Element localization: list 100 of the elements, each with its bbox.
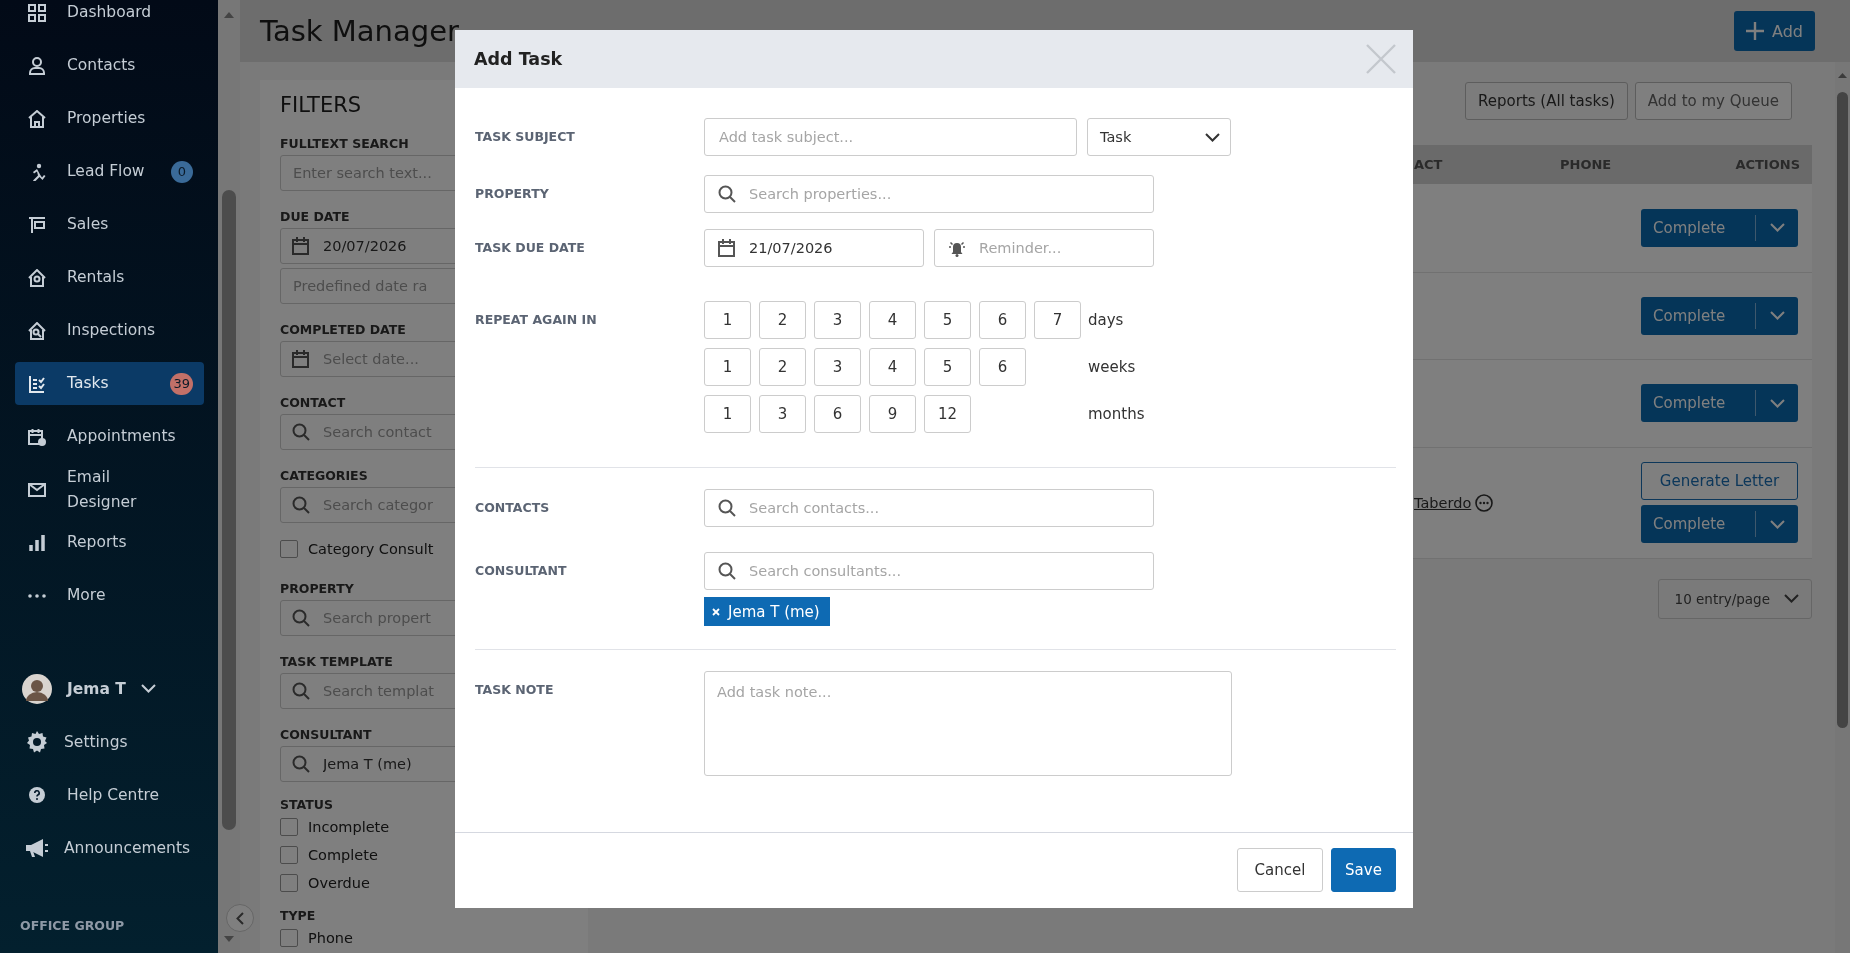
checkbox-label: Phone xyxy=(308,930,353,946)
field-label: CONSULTANT xyxy=(280,726,372,743)
chevron-down-icon xyxy=(1770,223,1785,233)
checkbox[interactable] xyxy=(280,818,298,836)
repeat-option[interactable]: 3 xyxy=(814,301,861,339)
chevron-down-icon xyxy=(1770,398,1785,408)
search-field[interactable]: Search consultants... xyxy=(704,552,1154,590)
repeat-option[interactable]: 1 xyxy=(704,395,751,433)
repeat-option[interactable]: 1 xyxy=(704,301,751,339)
save-button[interactable]: Save xyxy=(1331,848,1396,892)
contact-link[interactable]: Taberdo xyxy=(1414,494,1472,511)
repeat-option[interactable]: 6 xyxy=(979,301,1026,339)
toolbar-button[interactable]: Reports (All tasks) xyxy=(1465,82,1628,120)
field-label: STATUS xyxy=(280,796,333,813)
nav-item[interactable]: Inspections xyxy=(15,309,204,352)
nav-item[interactable]: Rentals xyxy=(15,256,204,299)
sign-icon xyxy=(28,215,46,234)
field-label: PROPERTY xyxy=(280,580,354,597)
close-icon[interactable] xyxy=(1366,44,1396,74)
more-icon xyxy=(28,593,46,598)
repeat-option[interactable]: 4 xyxy=(869,348,916,386)
note-field[interactable]: Add task note... xyxy=(704,671,1232,776)
repeat-option[interactable]: 6 xyxy=(979,348,1026,386)
field-label: CATEGORIES xyxy=(280,467,368,484)
checkbox-label: Complete xyxy=(308,847,378,863)
nav-item[interactable]: Lead Flow 0 xyxy=(15,150,204,193)
person-icon xyxy=(28,56,46,75)
field-label: TASK NOTE xyxy=(475,682,554,697)
ellipsis-icon[interactable] xyxy=(1475,493,1494,512)
search-field[interactable]: Search contacts... xyxy=(704,489,1154,527)
nav-item[interactable]: Settings xyxy=(15,720,204,763)
settings-icon xyxy=(25,729,49,754)
type-select[interactable]: Task xyxy=(1087,118,1231,156)
date-field[interactable]: 21/07/2026 xyxy=(704,229,924,267)
field-label: COMPLETED DATE xyxy=(280,321,406,338)
page-title: Task Manager xyxy=(260,14,459,48)
field-label: FULLTEXT SEARCH xyxy=(280,135,409,152)
grid-icon xyxy=(28,3,46,22)
chevron-down-icon xyxy=(140,684,156,693)
help-icon xyxy=(28,785,46,804)
megaphone-icon xyxy=(25,837,49,858)
house-icon xyxy=(28,109,46,128)
repeat-option[interactable]: 2 xyxy=(759,301,806,339)
repeat-option[interactable]: 6 xyxy=(814,395,861,433)
cancel-button[interactable]: Cancel xyxy=(1237,848,1323,892)
checkbox[interactable] xyxy=(280,929,298,947)
field-label: TASK SUBJECT xyxy=(475,129,575,144)
unit-label: days xyxy=(1088,311,1124,329)
checkbox-label: Overdue xyxy=(308,875,370,891)
text-field[interactable]: Add task subject... xyxy=(704,118,1077,156)
repeat-option[interactable]: 7 xyxy=(1034,301,1081,339)
reminder-field[interactable]: Reminder... xyxy=(934,229,1154,267)
user-menu[interactable]: Jema T xyxy=(15,667,204,710)
checkbox-label: Incomplete xyxy=(308,819,390,835)
repeat-option[interactable]: 5 xyxy=(924,301,971,339)
nav-item[interactable]: Help Centre xyxy=(15,773,204,816)
checkbox-label: Category Consult xyxy=(308,541,434,557)
nav-item[interactable]: Dashboard xyxy=(15,0,204,34)
nav-item[interactable]: Tasks 39 xyxy=(15,362,204,405)
house-icon xyxy=(28,321,46,340)
remove-icon[interactable] xyxy=(712,607,720,616)
chevron-down-icon xyxy=(1770,311,1785,320)
field-label: TASK TEMPLATE xyxy=(280,653,393,670)
unit-label: weeks xyxy=(1088,358,1136,376)
repeat-option[interactable]: 3 xyxy=(814,348,861,386)
nav-item[interactable]: Sales xyxy=(15,203,204,246)
envelope-icon xyxy=(28,482,46,497)
field-label: TASK DUE DATE xyxy=(475,240,585,255)
checkbox[interactable] xyxy=(280,846,298,864)
column-header: PHONE xyxy=(1560,145,1630,184)
nav-item[interactable]: Contacts xyxy=(15,44,204,87)
repeat-option[interactable]: 12 xyxy=(924,395,971,433)
repeat-option[interactable]: 9 xyxy=(869,395,916,433)
search-field[interactable]: Search properties... xyxy=(704,175,1154,213)
consultant-tag[interactable]: Jema T (me) xyxy=(704,597,830,626)
bar-chart-icon xyxy=(28,533,46,552)
field-label: CONTACTS xyxy=(475,500,550,515)
checkbox[interactable] xyxy=(280,874,298,892)
repeat-option[interactable]: 2 xyxy=(759,348,806,386)
page-size-select[interactable]: 10 entry/page xyxy=(1657,578,1812,619)
column-header: ACTIONS xyxy=(1630,145,1812,184)
nav-item[interactable]: Email Designer xyxy=(15,468,204,511)
chevron-down-icon xyxy=(1770,519,1785,529)
repeat-option[interactable]: 4 xyxy=(869,301,916,339)
field-label: TYPE xyxy=(280,907,316,924)
nav-item[interactable]: More xyxy=(15,574,204,617)
nav-item[interactable]: Appointments xyxy=(15,415,204,458)
field-label: CONSULTANT xyxy=(475,563,567,578)
field-label: REPEAT AGAIN IN xyxy=(475,312,597,327)
repeat-option[interactable]: 1 xyxy=(704,348,751,386)
column-header: ACT xyxy=(1414,145,1560,184)
repeat-option[interactable]: 3 xyxy=(759,395,806,433)
count-badge: 0 xyxy=(171,160,193,183)
count-badge: 39 xyxy=(170,372,193,395)
nav-item[interactable]: Properties xyxy=(15,97,204,140)
nav-item[interactable]: Reports xyxy=(15,521,204,564)
checkbox[interactable] xyxy=(280,540,298,558)
field-label: CONTACT xyxy=(280,394,346,411)
repeat-option[interactable]: 5 xyxy=(924,348,971,386)
nav-item[interactable]: Announcements xyxy=(15,826,204,869)
